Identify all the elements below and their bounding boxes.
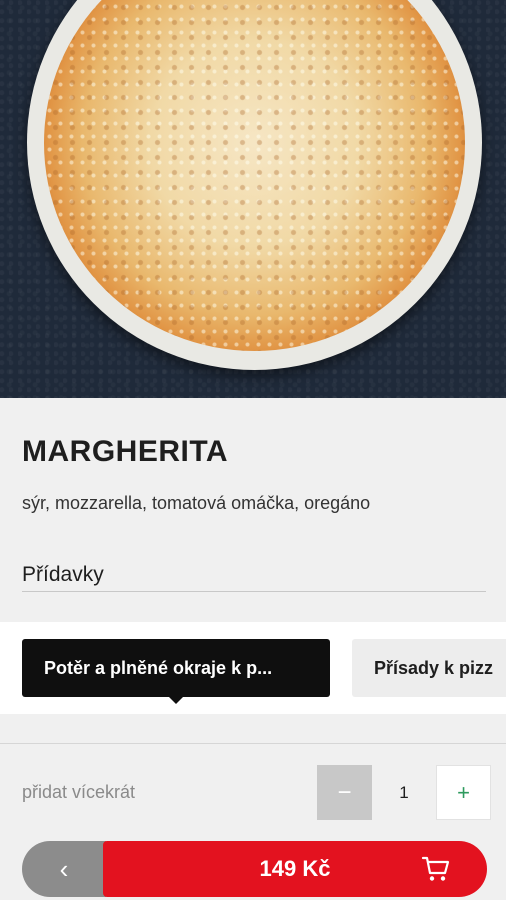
chevron-left-icon: ‹ [59, 853, 69, 884]
product-image [0, 0, 506, 398]
price-label: 149 Kč [259, 856, 331, 881]
add-to-cart-button[interactable]: 149 Kč [103, 841, 487, 897]
active-tab-pointer [168, 696, 184, 704]
product-title: MARGHERITA [22, 435, 229, 468]
tab-pizza-toppings[interactable]: Přísady k pizz [352, 639, 506, 697]
extras-label: Přídavky [22, 563, 104, 586]
minus-icon: − [337, 778, 352, 806]
add-multiple-label: přidat vícekrát [22, 782, 136, 802]
cart-icon [421, 856, 450, 881]
quantity-minus-button[interactable]: − [317, 765, 372, 820]
back-button[interactable]: ‹ [22, 841, 106, 897]
product-description: sýr, mozzarella, tomatová omáčka, oregán… [22, 493, 371, 513]
tab-dough-and-crust[interactable]: Potěr a plněné okraje k p... [22, 639, 330, 697]
quantity-value: 1 [399, 782, 409, 802]
plus-icon: + [457, 779, 470, 805]
quantity-plus-button[interactable]: + [436, 765, 491, 820]
extras-divider [22, 591, 486, 592]
section-separator [0, 743, 506, 744]
